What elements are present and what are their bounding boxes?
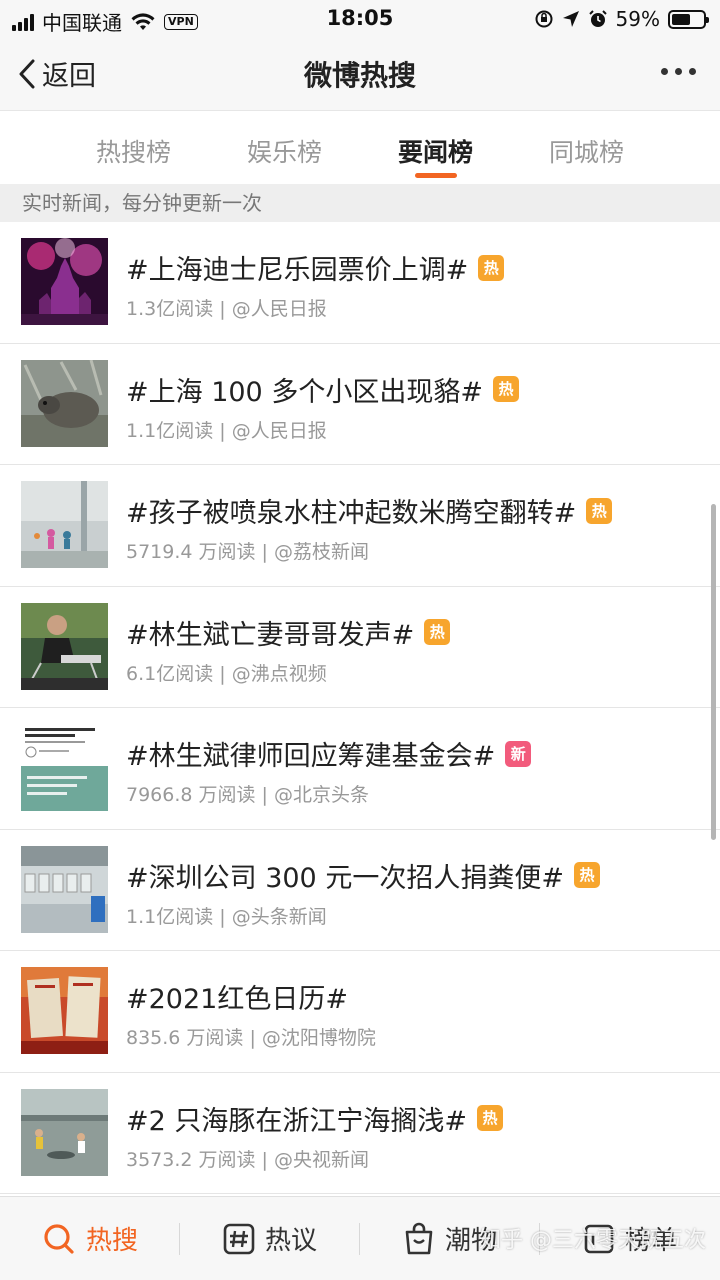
tab-entertainment[interactable]: 娱乐榜 [209, 111, 360, 184]
item-title-text: #林生斌亡妻哥哥发声# [126, 619, 415, 651]
item-title: #上海迪士尼乐园票价上调# 热 [126, 248, 505, 287]
item-meta: 1.3亿阅读 | @人民日报 [126, 298, 327, 320]
list-item[interactable]: #2 只海豚在浙江宁海搁浅# 热 3573.2 万阅读 | @央视新闻 [0, 1073, 720, 1194]
hot-badge: 热 [478, 254, 505, 281]
thumbnail-image [21, 481, 108, 568]
list-item[interactable]: #林生斌亡妻哥哥发声# 热 6.1亿阅读 | @沸点视频 [0, 587, 720, 708]
page-title: 微博热搜 [303, 59, 416, 92]
item-meta: 1.1亿阅读 | @头条新闻 [126, 905, 327, 928]
list-item[interactable]: #上海 100 多个小区出现貉# 热 1.1亿阅读 | @人民日报 [0, 344, 720, 465]
thumbnail-image [21, 967, 108, 1054]
item-title: #2 只海豚在浙江宁海搁浅# 热 [126, 1099, 504, 1138]
item-title-text: #深圳公司 300 元一次招人捐粪便# [126, 862, 564, 894]
item-title: #林生斌亡妻哥哥发声# 热 [126, 613, 451, 652]
location-arrow-icon [562, 11, 579, 27]
nav-hot-search[interactable]: 热搜 [0, 1197, 180, 1280]
hot-badge: 热 [573, 862, 600, 888]
list-subtitle: 实时新闻，每分钟更新一次 [0, 184, 720, 222]
search-icon [44, 1223, 74, 1254]
item-title-text: #上海 100 多个小区出现貉# [126, 376, 483, 408]
list-item[interactable]: #林生斌律师回应筹建基金会# 新 7966.8 万阅读 | @北京头条 [0, 708, 720, 830]
list-item[interactable]: #深圳公司 300 元一次招人捐粪便# 热 1.1亿阅读 | @头条新闻 [0, 830, 720, 951]
thumbnail-image [21, 724, 108, 811]
item-title: #林生斌律师回应筹建基金会# 新 [126, 734, 532, 773]
item-title: #上海 100 多个小区出现貉# 热 [126, 370, 519, 409]
item-title-text: #上海迪士尼乐园票价上调# [126, 255, 469, 286]
alarm-icon [588, 10, 607, 27]
dot-icon [661, 68, 668, 75]
item-title-text: #林生斌律师回应筹建基金会# [126, 741, 496, 772]
hashtag-icon [223, 1223, 255, 1254]
tab-local[interactable]: 同城榜 [511, 111, 662, 184]
item-meta: 5719.4 万阅读 | @荔枝新闻 [126, 541, 370, 563]
item-title: #孩子被喷泉水柱冲起数米腾空翻转# 热 [126, 491, 613, 530]
battery-percent: 59% [615, 7, 660, 31]
item-meta: 3573.2 万阅读 | @央视新闻 [126, 1148, 370, 1171]
new-badge: 新 [505, 740, 532, 767]
list-item[interactable]: #孩子被喷泉水柱冲起数米腾空翻转# 热 5719.4 万阅读 | @荔枝新闻 [0, 465, 720, 587]
thumbnail-image [21, 845, 108, 933]
item-title-text: #2021红色日历# [126, 984, 348, 1015]
watermark: 知乎 @三六零天既五次 [479, 1228, 706, 1253]
tab-news[interactable]: 要闻榜 [360, 111, 511, 184]
orientation-lock-icon [535, 10, 553, 28]
nav-label: 热搜 [85, 1226, 138, 1256]
dot-icon [689, 68, 696, 75]
hot-badge: 热 [477, 1105, 504, 1131]
thumbnail-image [21, 1088, 108, 1176]
battery-icon [668, 9, 709, 29]
hot-badge: 热 [424, 619, 451, 645]
news-list: #上海迪士尼乐园票价上调# 热 1.3亿阅读 | @人民日报 #上海 100 多… [0, 222, 720, 1194]
item-title-text: #2 只海豚在浙江宁海搁浅# [126, 1105, 468, 1137]
list-item[interactable]: #2021红色日历# 835.6 万阅读 | @沈阳博物院 [0, 951, 720, 1073]
more-options-button[interactable] [661, 68, 696, 75]
status-bar: 中国联通 VPN 18:05 59% [0, 0, 720, 38]
item-title-text: #孩子被喷泉水柱冲起数米腾空翻转# [126, 498, 577, 529]
scrollbar[interactable] [711, 504, 716, 840]
ranking-tabs: 热搜榜 娱乐榜 要闻榜 同城榜 [0, 110, 720, 184]
shopping-bag-icon [405, 1222, 433, 1254]
nav-label: 热议 [264, 1226, 317, 1256]
nav-header: 返回 微博热搜 [0, 38, 720, 110]
dot-icon [675, 68, 682, 75]
item-title: #2021红色日历# [126, 977, 348, 1016]
thumbnail-image [21, 238, 108, 325]
nav-discussion[interactable]: 热议 [180, 1197, 360, 1280]
item-meta: 7966.8 万阅读 | @北京头条 [126, 784, 370, 806]
item-meta: 6.1亿阅读 | @沸点视频 [126, 662, 327, 685]
hot-badge: 热 [586, 497, 613, 524]
list-item[interactable]: #上海迪士尼乐园票价上调# 热 1.3亿阅读 | @人民日报 [0, 222, 720, 344]
item-meta: 835.6 万阅读 | @沈阳博物院 [126, 1027, 376, 1049]
item-title: #深圳公司 300 元一次招人捐粪便# 热 [126, 856, 600, 895]
item-meta: 1.1亿阅读 | @人民日报 [126, 419, 327, 442]
hot-badge: 热 [492, 376, 519, 402]
tab-hot-search[interactable]: 热搜榜 [58, 111, 209, 184]
thumbnail-image [21, 602, 108, 690]
thumbnail-image [21, 359, 108, 447]
